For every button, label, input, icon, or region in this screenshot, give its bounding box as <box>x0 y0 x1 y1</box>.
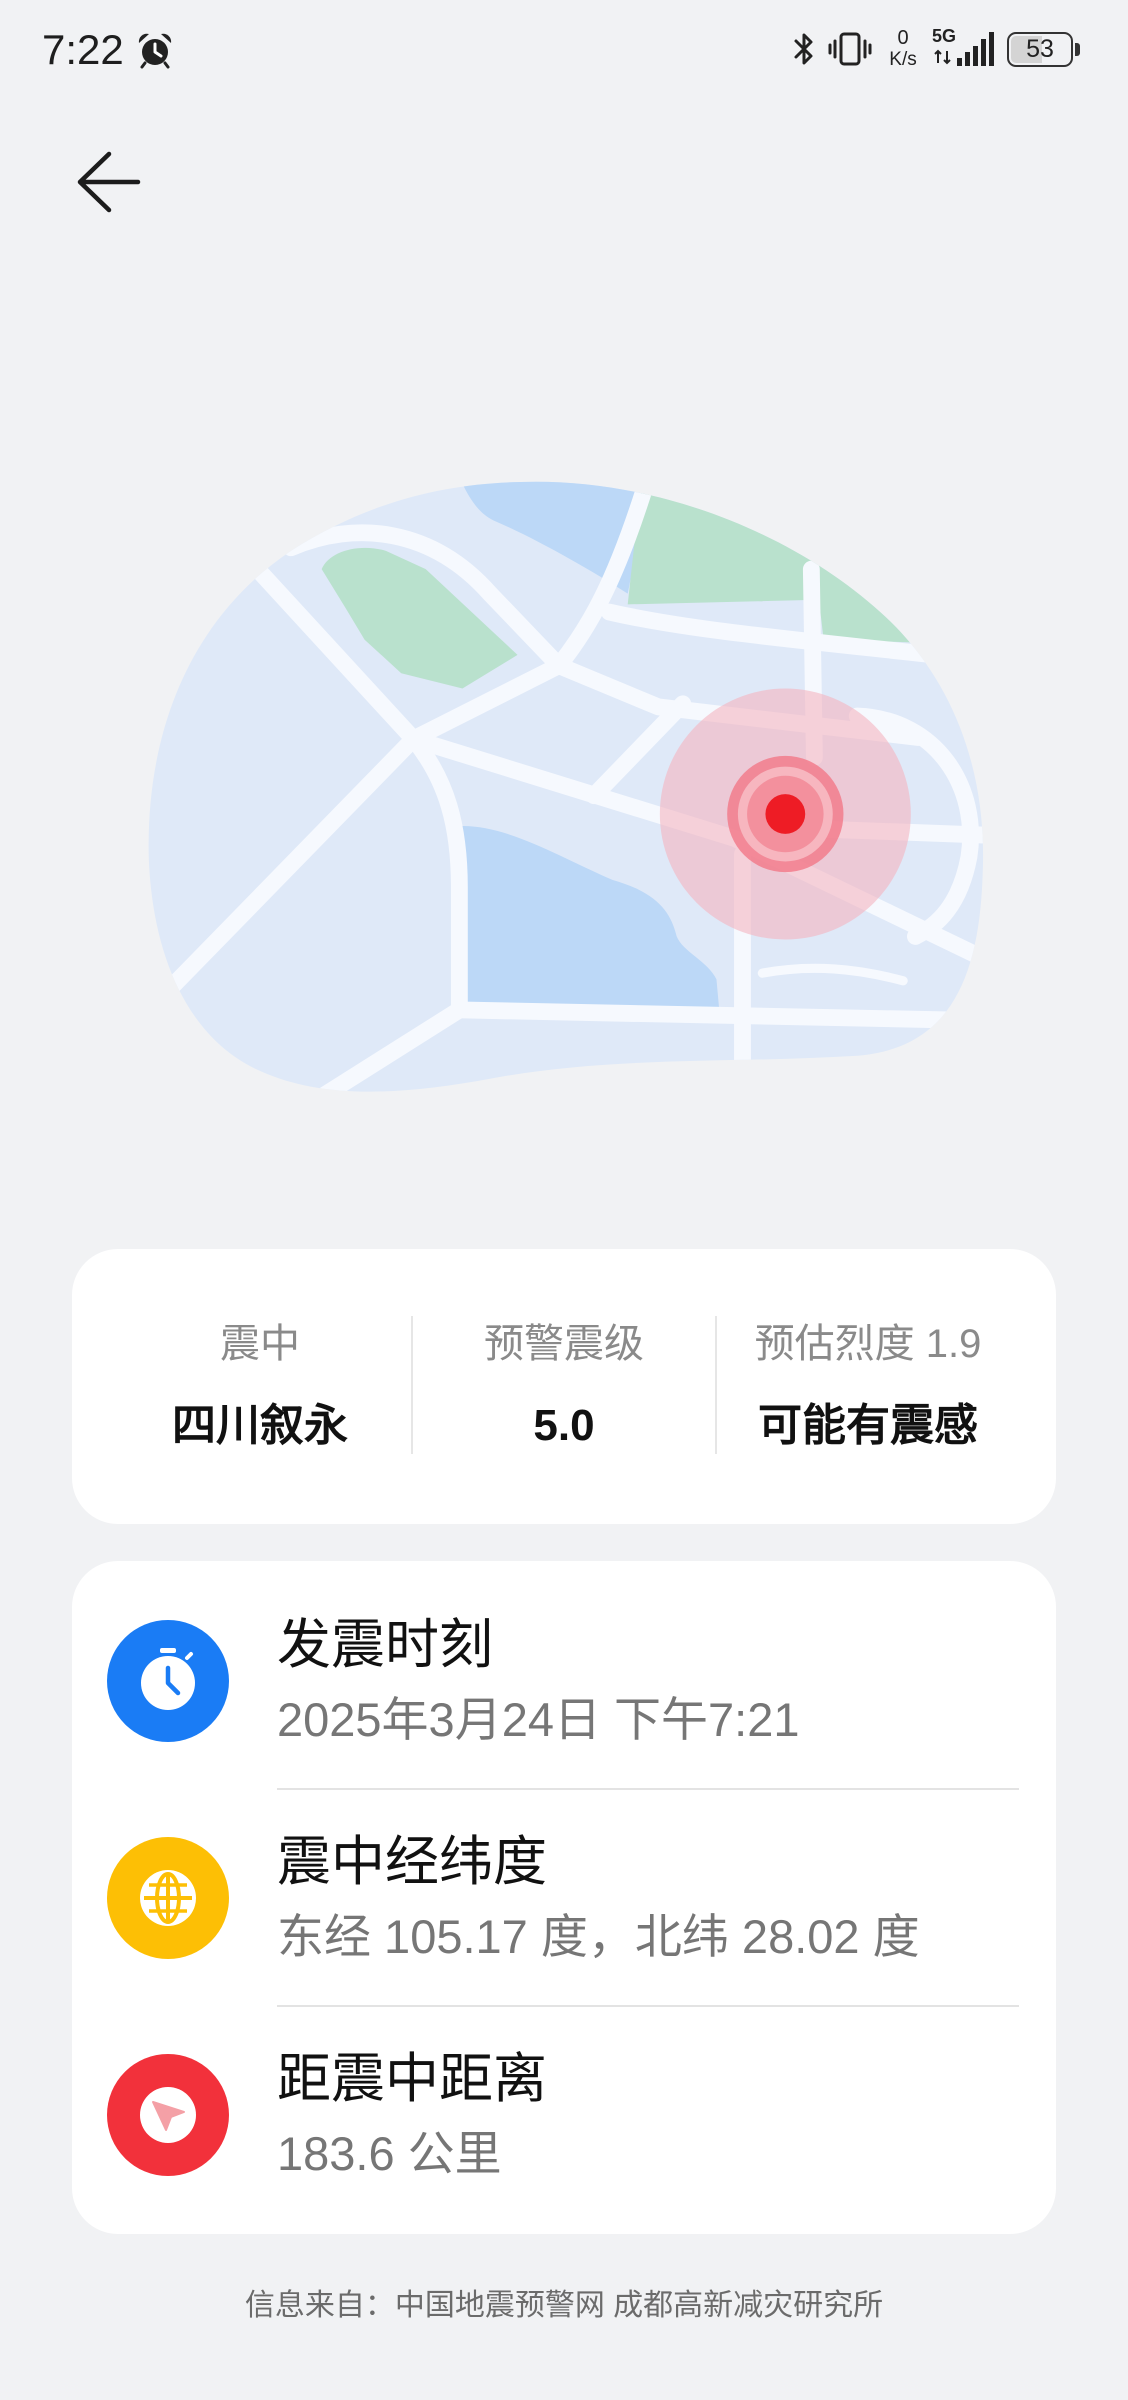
globe-icon <box>107 1837 229 1959</box>
summary-label: 震中 <box>220 1322 300 1366</box>
status-bar: 7:22 0 K/s 5G 53 <box>0 0 1128 92</box>
arrow-left-icon[interactable] <box>76 150 142 214</box>
net-speed-value: 0 <box>897 27 909 49</box>
data-transfer-icon <box>934 49 951 65</box>
detail-title: 发震时刻 <box>277 1615 493 1675</box>
summary-value: 四川叙永 <box>172 1401 348 1450</box>
detail-row-coordinates: 震中经纬度 东经 105.17 度，北纬 28.02 度 <box>72 1790 1056 2007</box>
status-time: 7:22 <box>42 26 124 73</box>
data-source-note: 信息来自：中国地震预警网 成都高新减灾研究所 <box>244 2289 884 2322</box>
summary-label: 预估烈度 1.9 <box>754 1322 982 1366</box>
net-speed-unit: K/s <box>889 49 917 70</box>
summary-intensity: 预估烈度 1.9 可能有震感 <box>716 1249 1020 1524</box>
vibrate-icon <box>828 32 872 66</box>
summary-label: 预警震级 <box>484 1322 644 1366</box>
detail-row-time: 发震时刻 2025年3月24日 下午7:21 <box>72 1573 1056 1790</box>
detail-title: 震中经纬度 <box>277 1832 547 1892</box>
detail-value: 2025年3月24日 下午7:21 <box>277 1693 800 1746</box>
bluetooth-icon <box>794 33 813 65</box>
details-card: 发震时刻 2025年3月24日 下午7:21 震中经纬度 东经 105.17 度… <box>72 1561 1056 2234</box>
summary-card: 震中 四川叙永 预警震级 5.0 预估烈度 1.9 可能有震感 <box>72 1249 1056 1524</box>
alarm-clock-icon <box>138 33 172 69</box>
detail-title: 距震中距离 <box>277 2049 547 2109</box>
battery-indicator: 53 <box>1007 32 1073 67</box>
detail-value: 东经 105.17 度，北纬 28.02 度 <box>277 1910 920 1963</box>
epicenter-marker-icon <box>659 688 911 940</box>
battery-nub <box>1075 43 1080 56</box>
detail-row-distance: 距震中距离 183.6 公里 <box>72 2007 1056 2224</box>
clock-icon <box>107 1620 229 1742</box>
summary-value: 可能有震感 <box>758 1401 978 1450</box>
map-illustration <box>148 481 984 1092</box>
network-type: 5G <box>932 26 957 46</box>
summary-value: 5.0 <box>533 1401 595 1450</box>
detail-value: 183.6 公里 <box>277 2127 502 2180</box>
battery-level-text: 53 <box>1026 35 1054 63</box>
signal-bars-icon <box>957 32 994 66</box>
summary-epicenter: 震中 四川叙永 <box>108 1249 412 1524</box>
location-arrow-icon <box>107 2054 229 2176</box>
summary-magnitude: 预警震级 5.0 <box>412 1249 716 1524</box>
